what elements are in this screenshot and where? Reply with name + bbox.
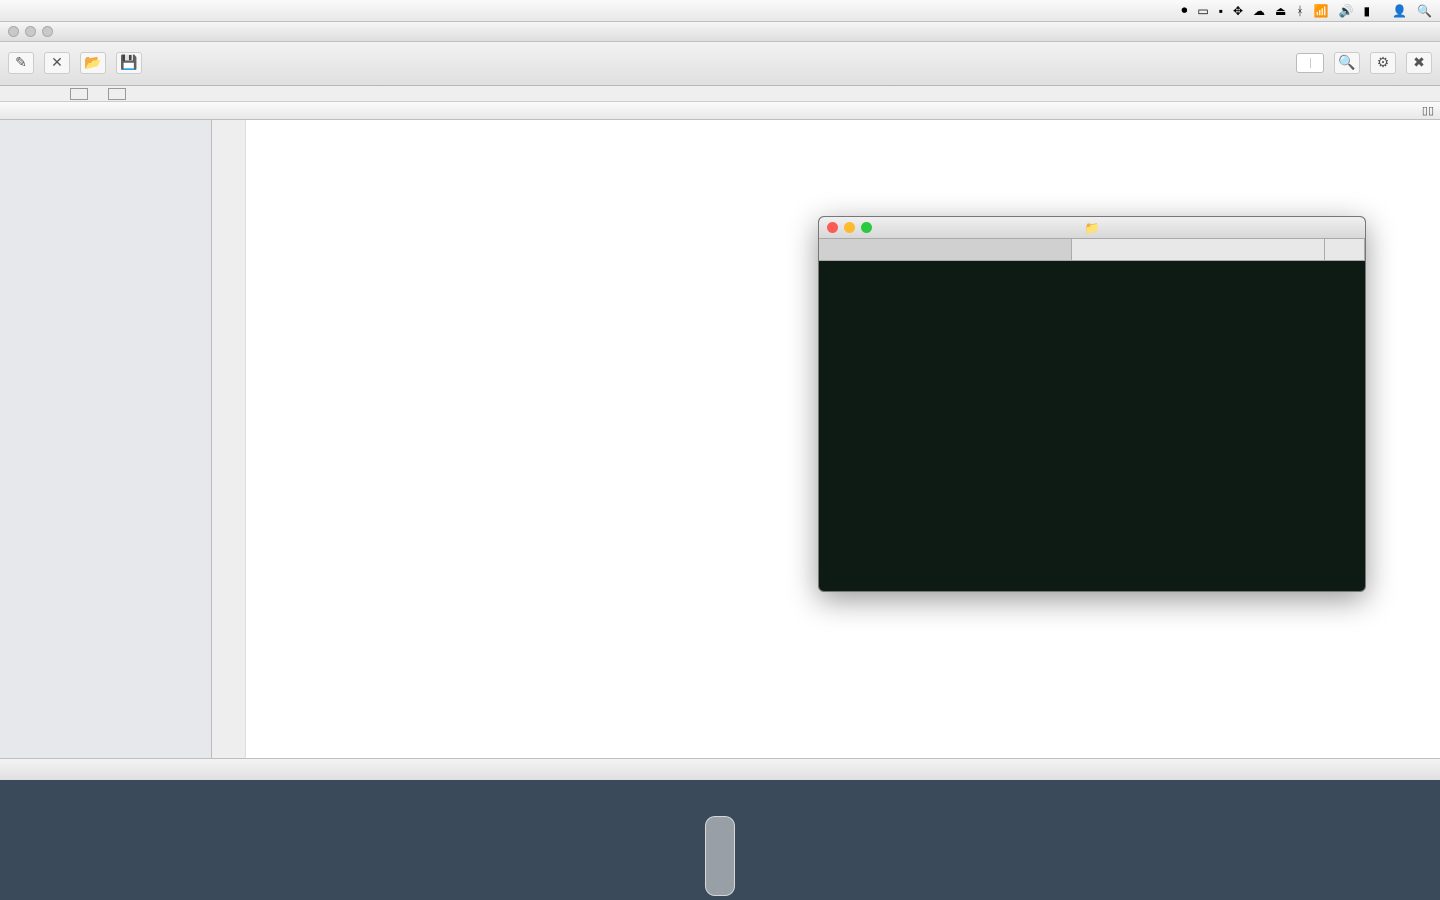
user-icon[interactable]: 👤 — [1392, 4, 1407, 18]
file-sidebar — [0, 120, 212, 758]
list-icon[interactable] — [70, 88, 88, 100]
editor-titlebar — [0, 22, 1440, 42]
split-icon[interactable]: ▯▯ — [1422, 104, 1434, 117]
open-button[interactable]: 📂 — [80, 52, 106, 76]
volume-icon[interactable]: 🔊 — [1339, 4, 1354, 18]
save-button[interactable]: 💾 — [116, 52, 142, 76]
terminal-window[interactable]: 📁 — [818, 216, 1366, 592]
syntax-select[interactable] — [1296, 53, 1324, 73]
search-button[interactable]: 🔍 — [1334, 52, 1360, 76]
editor-traffic-lights[interactable] — [0, 26, 53, 37]
tv-icon[interactable]: ▭ — [1197, 4, 1208, 18]
terminal-tab-bash[interactable] — [1072, 239, 1325, 260]
close-button[interactable]: ✕ — [44, 52, 70, 76]
bluetooth-icon[interactable]: ᚼ — [1296, 4, 1303, 18]
terminal-tab-python[interactable] — [819, 239, 1072, 260]
battery-indicator[interactable]: ▮ — [1363, 4, 1372, 18]
menubar: ⏺ ▭ ▪ ✥ ☁ ⏏ ᚼ 📶 🔊 ▮ 👤 🔍 — [0, 0, 1440, 22]
line-gutter — [212, 120, 246, 758]
spotlight-icon[interactable]: 🔍 — [1417, 4, 1432, 18]
path-bar: ▯▯ — [0, 102, 1440, 120]
preferences-button[interactable]: ⚙ — [1370, 52, 1396, 76]
eject-icon[interactable]: ⏏ — [1275, 4, 1286, 18]
camera-icon[interactable]: ⏺ — [1181, 3, 1187, 18]
editor-subtoolbar — [0, 86, 1440, 102]
dock — [705, 816, 735, 896]
wifi-icon[interactable]: 📶 — [1314, 4, 1329, 18]
terminal-tabs — [819, 239, 1365, 261]
folder-small-icon: 📁 — [1085, 221, 1100, 235]
terminal-output[interactable] — [819, 261, 1365, 591]
outdent-icon[interactable] — [108, 88, 126, 100]
terminal-titlebar[interactable]: 📁 — [819, 217, 1365, 239]
editor-toolbar: ✎ ✕ 📂 💾 🔍 ⚙ ✖ — [0, 42, 1440, 86]
folder-icon[interactable]: ▪ — [1219, 4, 1223, 18]
customize-button[interactable]: ✖ — [1406, 52, 1432, 76]
cloud-icon[interactable]: ☁ — [1253, 4, 1265, 18]
terminal-tab-extra[interactable] — [1325, 239, 1365, 260]
sync-icon[interactable]: ✥ — [1233, 4, 1243, 18]
new-button[interactable]: ✎ — [8, 52, 34, 76]
status-bar — [0, 758, 1440, 780]
